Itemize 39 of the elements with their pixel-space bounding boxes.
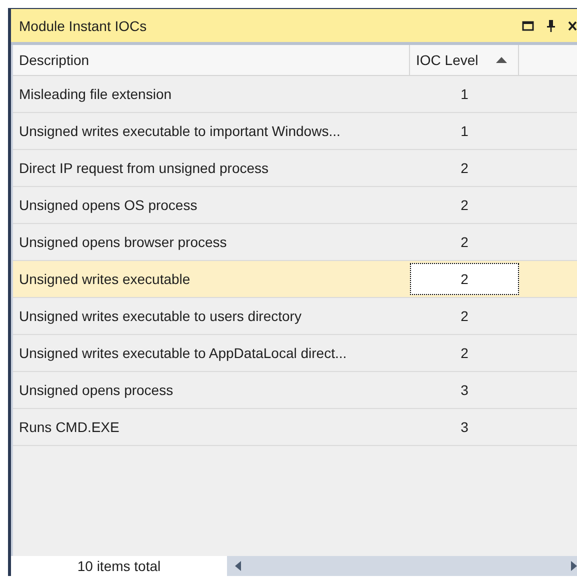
ioc-level-cell-text: 2 <box>460 233 470 252</box>
description-cell-text: Unsigned opens browser process <box>18 233 228 252</box>
horizontal-scrollbar[interactable] <box>227 556 577 576</box>
ioc-level-cell-text: 2 <box>460 159 470 178</box>
table-row[interactable]: Unsigned writes executable to AppDataLocal direct... 2 <box>13 335 577 372</box>
description-cell-text: Runs CMD.EXE <box>18 418 120 437</box>
ioc-level-cell-text: 2 <box>460 344 470 363</box>
pin-icon[interactable] <box>546 20 556 32</box>
description-cell-text: Unsigned opens process <box>18 381 174 400</box>
description-cell-text: Unsigned writes executable to AppDataLocal direct... <box>18 344 348 363</box>
table-row[interactable]: Unsigned writes executable 2 <box>13 261 577 298</box>
table-row[interactable]: Unsigned writes executable to important Windows... 1 <box>13 113 577 150</box>
table-row[interactable]: Unsigned opens process 3 <box>13 372 577 409</box>
scroll-left-icon[interactable] <box>235 561 241 571</box>
ioc-level-cell-text: 3 <box>460 381 470 400</box>
maximize-icon[interactable] <box>522 20 534 30</box>
description-cell-text: Unsigned writes executable to important Windows... <box>18 122 342 141</box>
description-cell-text: Unsigned opens OS process <box>18 196 198 215</box>
column-header[interactable]: Description <box>13 45 410 75</box>
ioc-level-cell: 2 <box>410 263 519 295</box>
table-row[interactable]: Runs CMD.EXE 3 <box>13 409 577 446</box>
ioc-level-cell-text: 3 <box>460 418 470 437</box>
close-icon[interactable] <box>568 20 577 30</box>
scroll-right-icon[interactable] <box>571 561 577 571</box>
table-row[interactable]: Unsigned writes executable to users directory 2 <box>13 298 577 335</box>
table-row[interactable]: Unsigned opens OS process 2 <box>13 187 577 224</box>
ioc-level-cell-text: 2 <box>460 196 470 215</box>
ioc-level-cell-text: 1 <box>460 122 470 141</box>
table-row[interactable]: Direct IP request from unsigned process 2 <box>13 150 577 187</box>
panel-title: Module Instant IOCs <box>19 18 148 34</box>
table-row[interactable]: Misleading file extension 1 <box>13 76 577 113</box>
column-header[interactable]: IOC Level <box>410 45 519 75</box>
ioc-level-cell-text: 1 <box>460 85 470 104</box>
description-cell-text: Unsigned writes executable to users directory <box>18 307 302 326</box>
description-cell-text: Misleading file extension <box>18 85 173 104</box>
description-cell-text: Unsigned writes executable <box>18 270 192 289</box>
item-count: 10 items total <box>76 557 162 576</box>
description-cell-text: Direct IP request from unsigned process <box>18 159 270 178</box>
ioc-level-cell-text: 2 <box>460 307 470 326</box>
